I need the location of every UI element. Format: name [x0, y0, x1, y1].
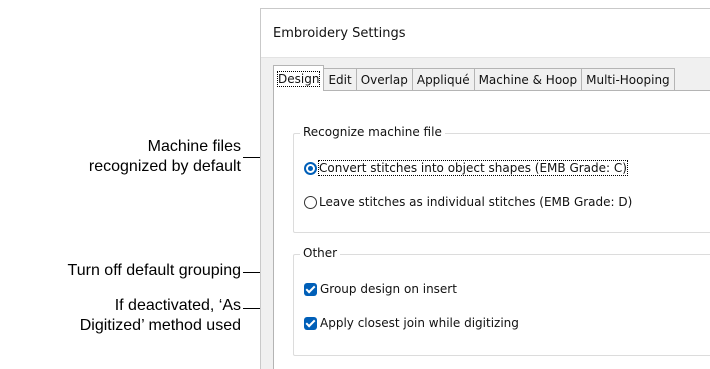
tab-strip: Design Edit Overlap Appliqué Machine & H… — [273, 65, 710, 91]
tab-machine-hoop[interactable]: Machine & Hoop — [473, 68, 583, 91]
tab-label: Overlap — [360, 73, 408, 87]
checkbox-group-design-on-insert[interactable]: Group design on insert — [304, 282, 457, 296]
checkbox-checked-icon[interactable] — [304, 282, 317, 296]
other-group: Other Group design on insert Apply close… — [293, 246, 710, 356]
tab-applique[interactable]: Appliqué — [411, 68, 475, 91]
tab-overlap[interactable]: Overlap — [355, 68, 413, 91]
radio-unselected-icon[interactable] — [304, 195, 317, 209]
tab-multi-hooping[interactable]: Multi-Hooping — [581, 68, 675, 91]
tab-edit[interactable]: Edit — [323, 68, 357, 91]
callout-grouping: Turn off default grouping — [68, 261, 241, 281]
checkbox-label: Group design on insert — [320, 282, 457, 296]
callout-text-line: If deactivated, ‘As — [114, 297, 241, 314]
tab-design[interactable]: Design — [273, 65, 325, 91]
tab-content-design: Recognize machine file Convert stitches … — [273, 90, 710, 369]
callout-text-line: Digitized’ method used — [79, 317, 241, 334]
radio-label: Convert stitches into object shapes (EMB… — [318, 160, 628, 176]
callout-text-line: recognized by default — [88, 158, 241, 175]
radio-label: Leave stitches as individual stitches (E… — [319, 195, 633, 209]
dialog-title: Embroidery Settings — [273, 26, 406, 41]
radio-leave-stitches[interactable]: Leave stitches as individual stitches (E… — [304, 195, 632, 209]
radio-selected-icon[interactable] — [304, 161, 317, 175]
checkbox-checked-icon[interactable] — [304, 316, 317, 330]
embroidery-settings-dialog: Embroidery Settings Design Edit Overlap … — [260, 8, 710, 369]
callout-machine-files: Machine files recognized by default — [89, 137, 241, 177]
callout-as-digitized: If deactivated, ‘As Digitized’ method us… — [80, 296, 241, 336]
group-label: Recognize machine file — [300, 125, 445, 139]
checkbox-label: Apply closest join while digitizing — [320, 316, 519, 330]
radio-convert-stitches[interactable]: Convert stitches into object shapes (EMB… — [304, 160, 628, 176]
callout-text-line: Machine files — [147, 138, 241, 155]
callout-text-line: Turn off default grouping — [67, 262, 241, 279]
checkbox-apply-closest-join[interactable]: Apply closest join while digitizing — [304, 316, 519, 330]
tab-label: Design — [276, 71, 321, 87]
title-bar: Embroidery Settings — [261, 9, 710, 58]
recognize-machine-file-group: Recognize machine file Convert stitches … — [293, 125, 710, 233]
tab-label: Appliqué — [416, 73, 470, 87]
tab-label: Multi-Hooping — [586, 73, 670, 87]
tab-label: Edit — [328, 73, 352, 87]
group-label: Other — [300, 246, 341, 260]
tab-label: Machine & Hoop — [478, 73, 578, 87]
